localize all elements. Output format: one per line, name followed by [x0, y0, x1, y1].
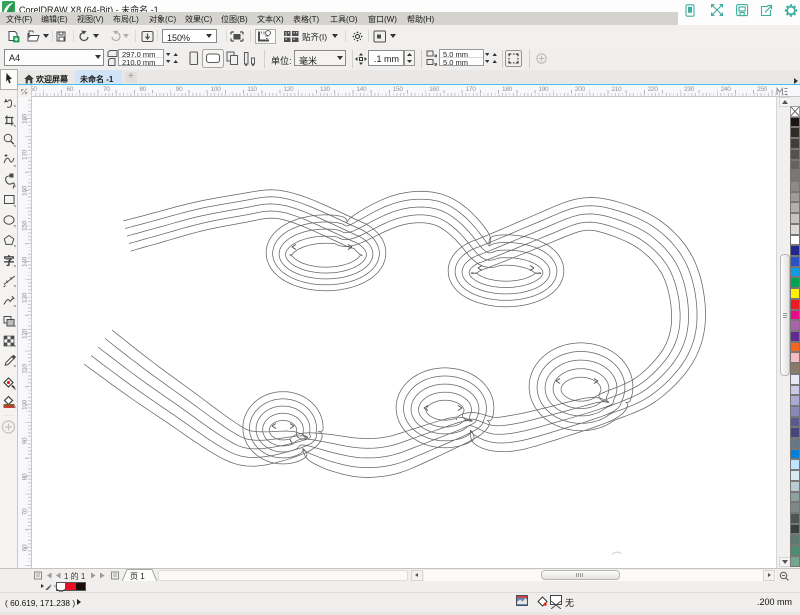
svg-text:字: 字 [4, 254, 15, 268]
